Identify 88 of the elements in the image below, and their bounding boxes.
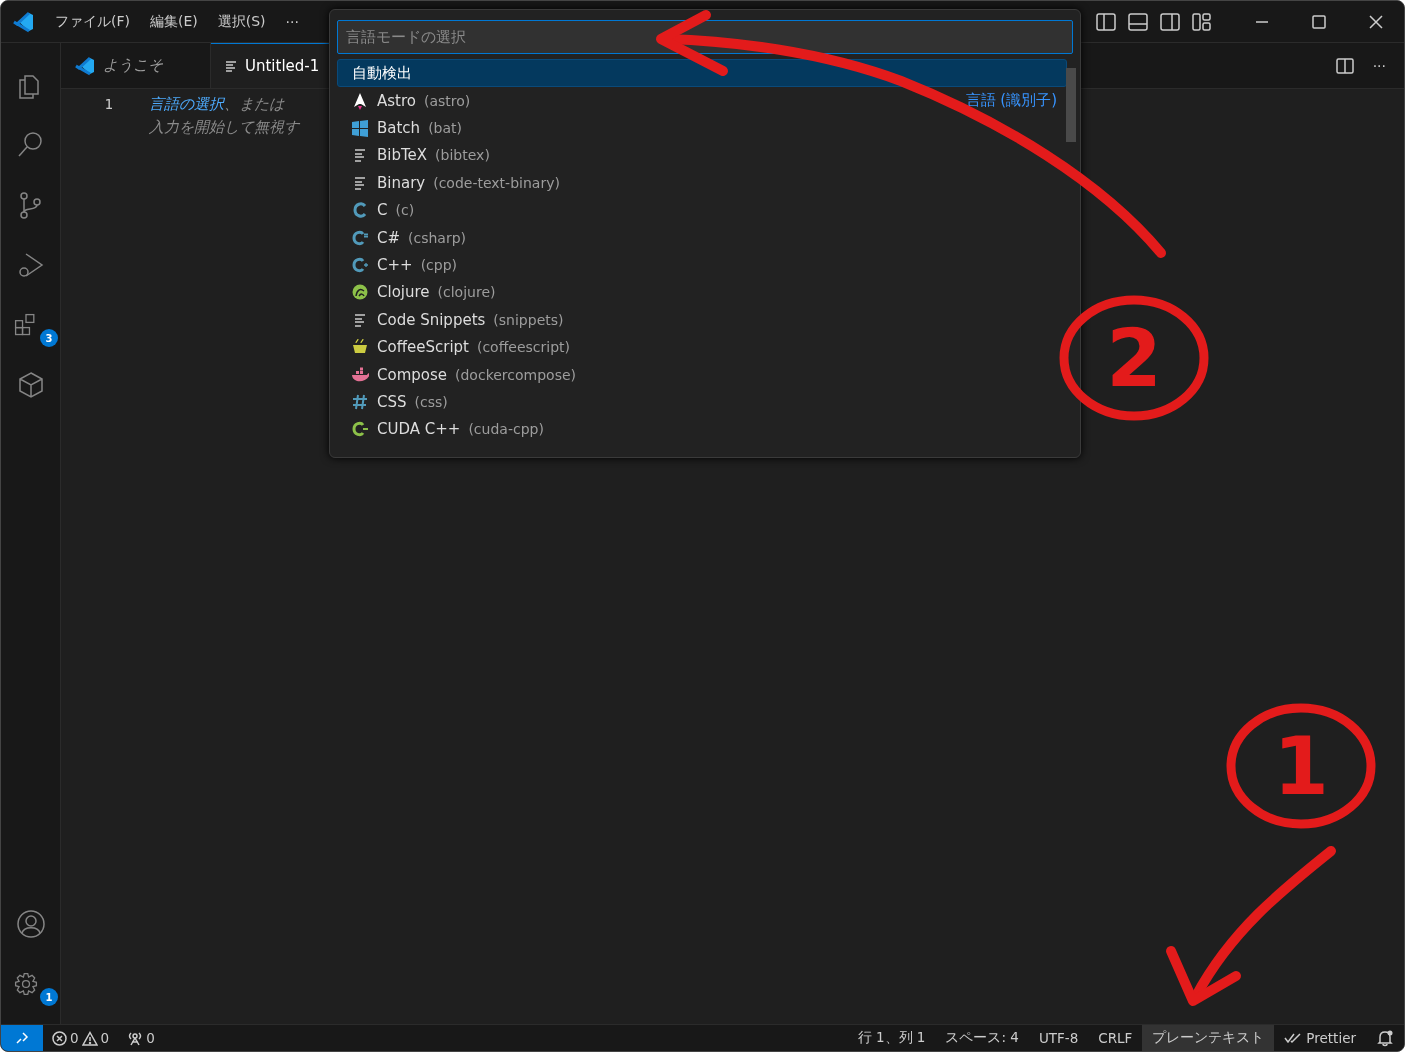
- cuda-icon: [351, 420, 369, 439]
- language-search-field[interactable]: 言語モードの選択: [337, 20, 1073, 54]
- toggle-secondary-sidebar-icon[interactable]: [1159, 11, 1181, 32]
- astro-icon: [351, 91, 369, 110]
- language-name: Batch: [377, 119, 421, 138]
- palette-item[interactable]: BibTeX (bibtex): [337, 141, 1067, 170]
- line-number: 1: [103, 95, 114, 114]
- whale-icon: [351, 365, 369, 384]
- language-identifier: (code-text-binary): [433, 174, 560, 191]
- language-identifier: (css): [414, 394, 448, 410]
- language-name: C: [377, 201, 388, 220]
- clojure-icon: [351, 283, 369, 302]
- notification-badge: 1: [40, 988, 58, 1006]
- language-name: CSS: [377, 393, 407, 411]
- palette-item[interactable]: C# (csharp): [337, 223, 1067, 252]
- language-identifier: (c): [395, 202, 415, 219]
- double-check-icon: [1284, 1032, 1303, 1044]
- language-name: C#: [377, 228, 401, 247]
- hint-text: 入力を開始して無視す: [149, 117, 299, 138]
- more-actions-button[interactable]: ···: [1372, 57, 1386, 74]
- tab-label: ようこそ: [103, 56, 163, 75]
- language-name: Astro: [377, 91, 416, 110]
- language-name: CUDA C++: [377, 420, 461, 439]
- hash-icon: [351, 393, 369, 411]
- c-letter-icon: [351, 201, 369, 220]
- status-item[interactable]: スペース: 4: [935, 1025, 1029, 1051]
- antenna-icon: [127, 1030, 144, 1046]
- language-identifier: (cpp): [420, 257, 458, 274]
- status-item[interactable]: UTF-8: [1028, 1025, 1089, 1051]
- csharp-icon: [351, 228, 369, 247]
- language-identifier: (cuda-cpp): [468, 421, 544, 438]
- circled-number: 1: [1226, 703, 1376, 829]
- status-item[interactable]: プレーンテキスト: [1142, 1025, 1275, 1051]
- remote-icon: [15, 1031, 29, 1045]
- language-name: Code Snippets: [377, 310, 486, 329]
- cpp-icon: [351, 256, 369, 275]
- palette-item[interactable]: Binary (code-text-binary): [337, 169, 1067, 197]
- select-language-link[interactable]: 言語の選択: [149, 95, 224, 113]
- error-icon: [52, 1030, 67, 1046]
- status-item[interactable]: 行 1、列 1: [847, 1025, 936, 1051]
- language-identifier: (coffeescript): [476, 339, 571, 356]
- language-identifier: (bat): [428, 120, 462, 137]
- status-item[interactable]: Prettier: [1274, 1025, 1366, 1051]
- hint-text: 、または: [224, 95, 284, 113]
- notification-badge: 3: [40, 329, 58, 347]
- palette-item[interactable]: C (c): [337, 196, 1067, 224]
- toggle-sidebar-icon[interactable]: [1095, 11, 1117, 32]
- language-identifier: (dockercompose): [455, 366, 577, 383]
- close-icon[interactable]: [1367, 13, 1384, 30]
- settings-icon[interactable]: [13, 971, 39, 997]
- palette-item[interactable]: 自動検出: [337, 59, 1067, 87]
- language-name: CoffeeScript: [377, 338, 469, 357]
- language-identifier: (clojure): [437, 284, 496, 301]
- menu-item[interactable]: 編集(E): [140, 12, 208, 31]
- status-item[interactable]: CRLF: [1088, 1025, 1143, 1051]
- error-count[interactable]: 0: [70, 1030, 79, 1046]
- toggle-panel-icon[interactable]: [1127, 11, 1149, 32]
- column-label: 言語 (識別子): [965, 91, 1058, 111]
- language-name: BibTeX: [377, 146, 428, 165]
- editor-logo-icon: [13, 10, 35, 33]
- ports-count[interactable]: 0: [146, 1030, 155, 1046]
- warning-count[interactable]: 0: [100, 1030, 110, 1046]
- palette-item[interactable]: C++ (cpp): [337, 251, 1067, 279]
- language-name: C++: [377, 256, 413, 275]
- palette-item[interactable]: Astro (astro) 言語 (識別子): [337, 87, 1067, 115]
- windows-logo-icon: [351, 119, 369, 138]
- scrollbar-thumb[interactable]: [1066, 68, 1076, 142]
- text-file-icon: [225, 60, 237, 72]
- language-identifier: (astro): [424, 92, 471, 109]
- menu-item[interactable]: ファイル(F): [45, 12, 140, 31]
- more-menu-button[interactable]: ···: [275, 13, 309, 30]
- account-icon[interactable]: [15, 909, 46, 939]
- maximize-icon[interactable]: [1310, 13, 1327, 30]
- notification-bell-icon[interactable]: [1376, 1029, 1394, 1047]
- layout-icon[interactable]: [1191, 11, 1213, 32]
- language-name: Compose: [377, 365, 447, 384]
- warning-icon: [81, 1030, 98, 1046]
- menu-item[interactable]: 選択(S): [207, 12, 276, 31]
- editor-logo-icon: [75, 55, 95, 76]
- palette-item[interactable]: Batch (bat): [337, 114, 1067, 142]
- language-name: Binary: [377, 173, 426, 192]
- language-identifier: (csharp): [408, 229, 467, 246]
- language-identifier: (bibtex): [435, 147, 490, 164]
- circled-number: 2: [1059, 295, 1209, 421]
- split-editor-icon[interactable]: [1334, 56, 1355, 75]
- language-name: Clojure: [377, 283, 430, 302]
- language-identifier: (snippets): [493, 311, 564, 328]
- tab-label: Untitled-1: [245, 57, 320, 75]
